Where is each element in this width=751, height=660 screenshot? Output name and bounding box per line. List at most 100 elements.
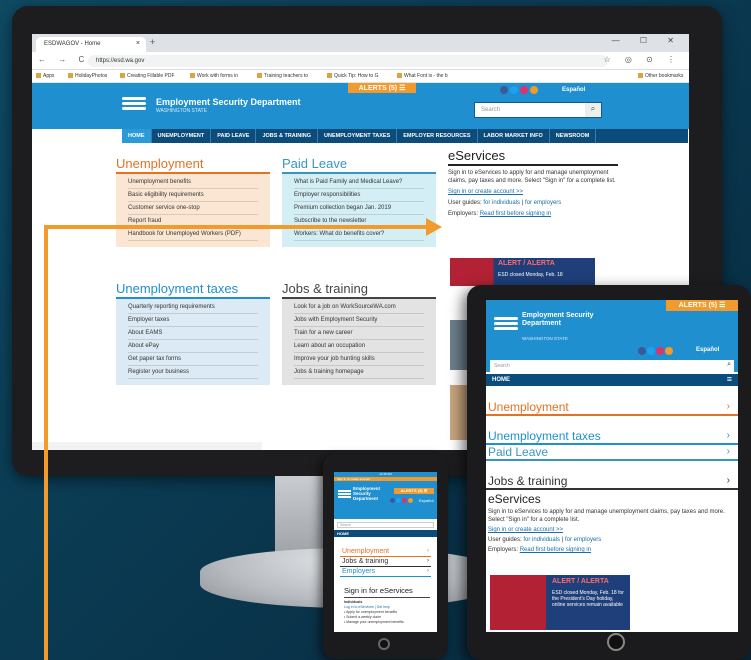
employers-read-first-link[interactable]: Read first before signing in [520, 547, 591, 553]
nav-employer-resources[interactable]: EMPLOYER RESOURCES [397, 129, 478, 143]
list-item[interactable]: Employer taxes [128, 314, 258, 327]
search-input[interactable]: Search [337, 522, 434, 528]
list-item[interactable]: Get paper tax forms [128, 353, 258, 366]
youtube-icon[interactable] [520, 86, 528, 94]
rss-icon[interactable] [530, 86, 538, 94]
section-employers[interactable]: Employers › [340, 568, 431, 577]
new-tab-button[interactable]: + [150, 37, 155, 47]
list-item[interactable]: About ePay [128, 340, 258, 353]
nav-labor-market-info[interactable]: LABOR MARKET INFO [478, 129, 550, 143]
nav-jobs-training[interactable]: JOBS & TRAINING [256, 129, 319, 143]
block-title[interactable]: Jobs & training [282, 281, 436, 299]
phone-home-button[interactable] [378, 638, 390, 650]
bookmark-item[interactable]: Creating Fillable PDF [120, 73, 175, 79]
block-title[interactable]: Unemployment [116, 156, 270, 174]
org-name[interactable]: Employment Security Department [522, 312, 602, 328]
section-unemployment-taxes[interactable]: Unemployment taxes › [486, 429, 738, 445]
search-icon[interactable]: ⌕ [727, 361, 731, 369]
bookmark-item[interactable]: Work with forms in [190, 73, 238, 79]
window-controls[interactable]: — ☐ ✕ [612, 36, 683, 45]
list-item[interactable]: Jobs with Employment Security [294, 314, 424, 327]
list-item[interactable]: Jobs & training homepage [294, 366, 424, 379]
alerts-button[interactable]: ALERTS (5) ☰ [666, 300, 738, 311]
section-unemployment[interactable]: Unemployment › [340, 548, 431, 557]
bookmark-item[interactable]: What Font is - the b [397, 73, 448, 79]
espanol-link[interactable]: Español [419, 498, 433, 503]
employers-read-first-link[interactable]: Read first before signing in [480, 211, 551, 217]
list-item[interactable]: Handbook for Unemployed Workers (PDF) [128, 228, 258, 241]
guide-individuals-link[interactable]: for individuals [483, 200, 520, 206]
guide-employers-link[interactable]: for employers [525, 200, 561, 206]
list-item[interactable]: Unemployment benefits [128, 176, 258, 189]
block-title[interactable]: Unemployment taxes [116, 281, 270, 299]
alerts-button[interactable]: ALERTS (5) ☰ [394, 488, 434, 494]
org-name[interactable]: Employment Security Department [353, 486, 393, 501]
org-name[interactable]: Employment Security Department [156, 97, 301, 107]
section-jobs-training[interactable]: Jobs & training › [340, 558, 431, 567]
signin-link[interactable]: Sign in or create account >> [488, 527, 563, 533]
nav-paid-leave[interactable]: PAID LEAVE [211, 129, 257, 143]
section-paid-leave[interactable]: Paid Leave › [486, 445, 738, 461]
phone-screen: 11:48 AM Sign in or create account Emplo… [334, 472, 437, 632]
list-item[interactable]: Improve your job hunting skills [294, 353, 424, 366]
esd-logo-icon[interactable] [494, 317, 518, 334]
bookmark-item[interactable]: HolidayPhotos [68, 73, 107, 79]
browser-toolbar-icons[interactable]: ☆ ◎ ⊙ ⋮ [603, 55, 681, 64]
list-item[interactable]: Premium collection began Jan. 2019 [294, 202, 424, 215]
bookmark-item[interactable]: Apps [36, 73, 54, 79]
espanol-link[interactable]: Español [696, 347, 719, 353]
facebook-icon[interactable] [638, 347, 646, 355]
section-jobs-training[interactable]: Jobs & training › [486, 474, 738, 490]
youtube-icon[interactable] [402, 498, 407, 503]
search-input[interactable]: Search ⌕ [490, 360, 734, 372]
block-title[interactable]: Paid Leave [282, 156, 436, 174]
nav-unemployment-taxes[interactable]: UNEMPLOYMENT TAXES [318, 129, 398, 143]
signin-link[interactable]: Sign in or create account >> [448, 189, 523, 195]
close-icon[interactable]: × [136, 40, 140, 47]
hamburger-menu-icon[interactable]: ≡ [727, 374, 732, 384]
navigation-icons[interactable]: ← → C [38, 55, 89, 64]
nav-newsroom[interactable]: NEWSROOM [550, 129, 597, 143]
bookmark-item[interactable]: Quick Tip: How to G [327, 73, 378, 79]
list-item[interactable]: What is Paid Family and Medical Leave? [294, 176, 424, 189]
facebook-icon[interactable] [390, 498, 395, 503]
list-item[interactable]: Train for a new career [294, 327, 424, 340]
tablet-nav-home[interactable]: HOME ≡ [486, 374, 738, 386]
bookmark-item[interactable]: Training teachers to [257, 73, 308, 79]
list-item[interactable]: Customer service one-stop [128, 202, 258, 215]
esd-logo-icon[interactable] [122, 97, 146, 113]
search-icon[interactable]: ⌕ [585, 103, 601, 117]
facebook-icon[interactable] [500, 86, 508, 94]
bookmark-item[interactable]: Other bookmarks [638, 73, 683, 79]
guide-individuals-link[interactable]: for individuals [523, 537, 560, 543]
phone-nav-home[interactable]: HOME [334, 530, 437, 537]
twitter-icon[interactable] [396, 498, 401, 503]
list-item[interactable]: Basic eligibility requirements [128, 189, 258, 202]
twitter-icon[interactable] [510, 86, 518, 94]
rss-icon[interactable] [408, 498, 413, 503]
list-item[interactable]: Register your business [128, 366, 258, 379]
list-item[interactable]: Workers: What do benefits cover? [294, 228, 424, 241]
search-input[interactable]: Search ⌕ [474, 102, 602, 118]
section-unemployment[interactable]: Unemployment › [486, 400, 738, 416]
alert-banner[interactable]: ALERT / ALERTA ESD closed Monday, Feb. 1… [490, 575, 630, 630]
list-item[interactable]: About EAMS [128, 327, 258, 340]
alerts-button[interactable]: ALERTS (5) ☰ [348, 83, 416, 93]
rss-icon[interactable] [665, 347, 673, 355]
org-subtitle: WASHINGTON STATE [522, 336, 568, 341]
nav-home[interactable]: HOME [122, 129, 152, 143]
nav-unemployment[interactable]: UNEMPLOYMENT [152, 129, 212, 143]
browser-tab[interactable]: ESDWAGOV - Home × [36, 37, 146, 52]
list-item[interactable]: Employer responsibilities [294, 189, 424, 202]
list-item[interactable]: Look for a job on WorkSourceWA.com [294, 301, 424, 314]
alert-banner[interactable]: ALERT / ALERTA ESD closed Monday, Feb. 1… [450, 258, 595, 286]
youtube-icon[interactable] [656, 347, 664, 355]
espanol-link[interactable]: Español [562, 87, 585, 93]
esd-logo-icon[interactable] [338, 490, 351, 500]
tablet-home-button[interactable] [607, 633, 625, 651]
url-field[interactable]: https://esd.wa.gov [88, 55, 608, 67]
list-item[interactable]: Quarterly reporting requirements [128, 301, 258, 314]
twitter-icon[interactable] [647, 347, 655, 355]
list-item[interactable]: Learn about an occupation [294, 340, 424, 353]
guide-employers-link[interactable]: for employers [565, 537, 601, 543]
